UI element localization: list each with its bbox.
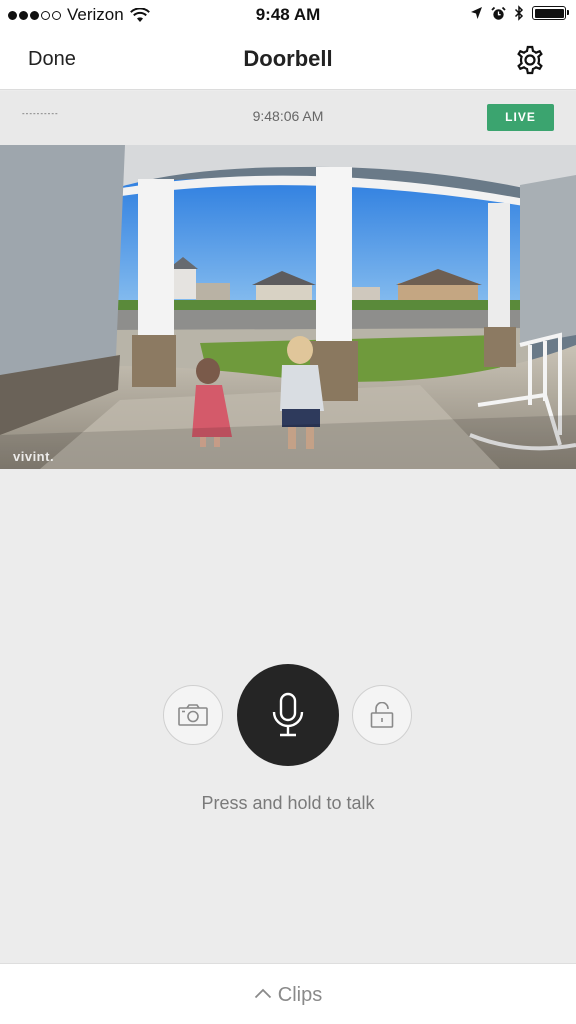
talk-instruction: Press and hold to talk [201,793,375,813]
vivint-watermark: vivint. [13,449,55,464]
clips-toggle: Clips [0,984,576,1007]
clips-drawer-handle[interactable]: Clips [0,963,576,1024]
navigation-bar: Done Doorbell [0,30,576,90]
location-arrow-icon [471,7,482,19]
unlock-button[interactable] [352,685,412,745]
live-badge: LIVE [487,104,554,131]
battery-icon [532,6,569,20]
microphone-icon [272,692,304,737]
camera-info-bar: ---------- 9:48:06 AM LIVE [0,91,576,145]
alarm-icon [491,6,506,20]
status-bar: Verizon 9:48 AM [0,0,576,30]
settings-button[interactable] [514,44,546,76]
video-frame-illustration [0,145,576,469]
gear-icon [517,45,543,75]
done-button[interactable]: Done [28,48,76,71]
snapshot-button[interactable] [163,685,223,745]
live-video-feed[interactable]: vivint. [0,145,576,469]
chevron-up-icon [254,988,271,999]
unlock-icon [370,702,394,728]
push-to-talk-button[interactable] [237,664,339,766]
bluetooth-icon [514,5,524,21]
page-title: Doorbell [243,46,333,71]
clips-label: Clips [277,984,323,1006]
camera-icon [178,704,208,726]
status-right [470,5,569,21]
